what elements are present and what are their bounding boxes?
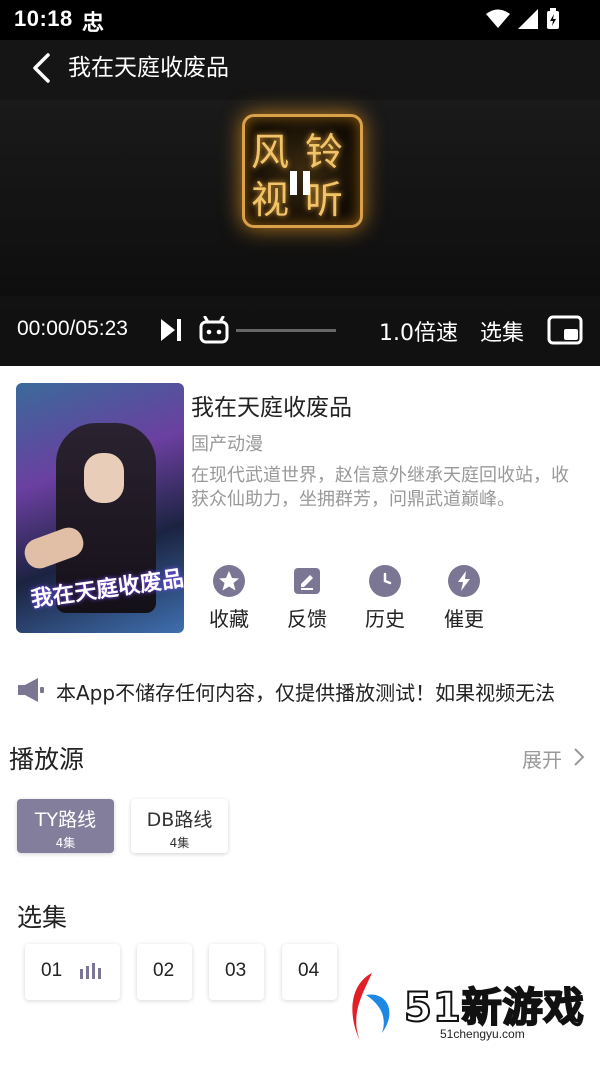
favorite-button[interactable]: 收藏 bbox=[199, 565, 259, 632]
pip-icon[interactable] bbox=[547, 314, 583, 346]
player-controls: 00:00/05:23 1.0倍速 选集 bbox=[0, 296, 600, 366]
playback-time: 00:00/05:23 bbox=[17, 317, 128, 340]
episode-item[interactable]: 02 bbox=[137, 944, 192, 1000]
chevron-right-icon[interactable] bbox=[572, 746, 586, 768]
source-section-title: 播放源 bbox=[9, 745, 85, 774]
video-title: 我在天庭收废品 bbox=[68, 55, 229, 81]
action-label: 催更 bbox=[444, 607, 484, 631]
action-label: 反馈 bbox=[287, 607, 327, 631]
next-episode-icon[interactable] bbox=[158, 316, 184, 344]
episode-number: 01 bbox=[41, 960, 63, 981]
feedback-button[interactable]: 反馈 bbox=[277, 565, 337, 632]
episode-item[interactable]: 03 bbox=[209, 944, 264, 1000]
action-label: 收藏 bbox=[209, 607, 249, 631]
episode-number: 02 bbox=[153, 960, 175, 981]
route-name: DB路线 bbox=[146, 809, 213, 831]
status-icons bbox=[486, 8, 560, 30]
episode-item[interactable]: 01 bbox=[25, 944, 120, 1000]
progress-bar[interactable] bbox=[236, 329, 336, 332]
watermark-url: 51chengyu.com bbox=[440, 1027, 525, 1041]
notification-icon: 忠 bbox=[82, 11, 105, 36]
anime-title: 我在天庭收废品 bbox=[191, 395, 352, 421]
episode-section-title: 选集 bbox=[17, 903, 68, 932]
notice-text: 本App不储存任何内容，仅提供播放测试！如果视频无法 bbox=[56, 681, 556, 705]
episode-number: 04 bbox=[298, 960, 320, 981]
video-top-bar: 我在天庭收废品 bbox=[0, 40, 600, 100]
logo-char: 风 bbox=[251, 130, 290, 174]
route-db[interactable]: DB路线 4集 bbox=[131, 799, 228, 853]
video-player[interactable]: 我在天庭收废品 风 铃 视 听 00:00/05:23 1.0倍速 选集 bbox=[0, 40, 600, 366]
route-count: 4集 bbox=[55, 836, 76, 850]
star-icon bbox=[213, 565, 245, 597]
route-count: 4集 bbox=[169, 836, 190, 850]
clock-icon bbox=[369, 565, 401, 597]
poster-face bbox=[84, 453, 124, 503]
expand-button[interactable]: 展开 bbox=[522, 744, 562, 773]
request-update-button[interactable]: 催更 bbox=[434, 565, 494, 632]
anime-description: 在现代武道世界，赵信意外继承天庭回收站，收获众仙助力，坐拥群芳，问鼎武道巅峰。 bbox=[191, 465, 569, 510]
wifi-icon bbox=[486, 9, 510, 28]
watermark: 51新游戏 51chengyu.com bbox=[340, 965, 600, 1066]
back-icon[interactable] bbox=[28, 52, 56, 84]
episode-number: 03 bbox=[225, 960, 247, 981]
status-time: 10:18 bbox=[14, 6, 73, 31]
route-name: TY路线 bbox=[34, 809, 97, 831]
danmaku-icon[interactable] bbox=[199, 316, 229, 344]
logo-char: 视 bbox=[251, 178, 290, 222]
megaphone-icon bbox=[18, 678, 44, 702]
history-button[interactable]: 历史 bbox=[355, 565, 415, 632]
action-label: 历史 bbox=[365, 607, 405, 631]
episode-item[interactable]: 04 bbox=[282, 944, 337, 1000]
watermark-text: 51新游戏 bbox=[403, 984, 585, 1032]
pause-icon[interactable] bbox=[285, 168, 315, 198]
notice-bar: 本App不储存任何内容，仅提供播放测试！如果视频无法 bbox=[16, 676, 590, 706]
anime-poster[interactable]: 我在天庭收废品 bbox=[16, 383, 184, 633]
episodes-button[interactable]: 选集 bbox=[480, 315, 524, 347]
signal-icon bbox=[518, 9, 538, 29]
route-ty[interactable]: TY路线 4集 bbox=[17, 799, 114, 853]
anime-category: 国产动漫 bbox=[191, 434, 263, 455]
bolt-icon bbox=[448, 565, 480, 597]
status-bar: 10:18 忠 bbox=[0, 0, 600, 40]
watermark-logo-icon bbox=[352, 973, 390, 1041]
playing-indicator-icon bbox=[80, 963, 101, 979]
speed-button[interactable]: 1.0倍速 bbox=[379, 315, 458, 347]
edit-icon bbox=[294, 568, 320, 594]
battery-icon bbox=[547, 8, 559, 29]
